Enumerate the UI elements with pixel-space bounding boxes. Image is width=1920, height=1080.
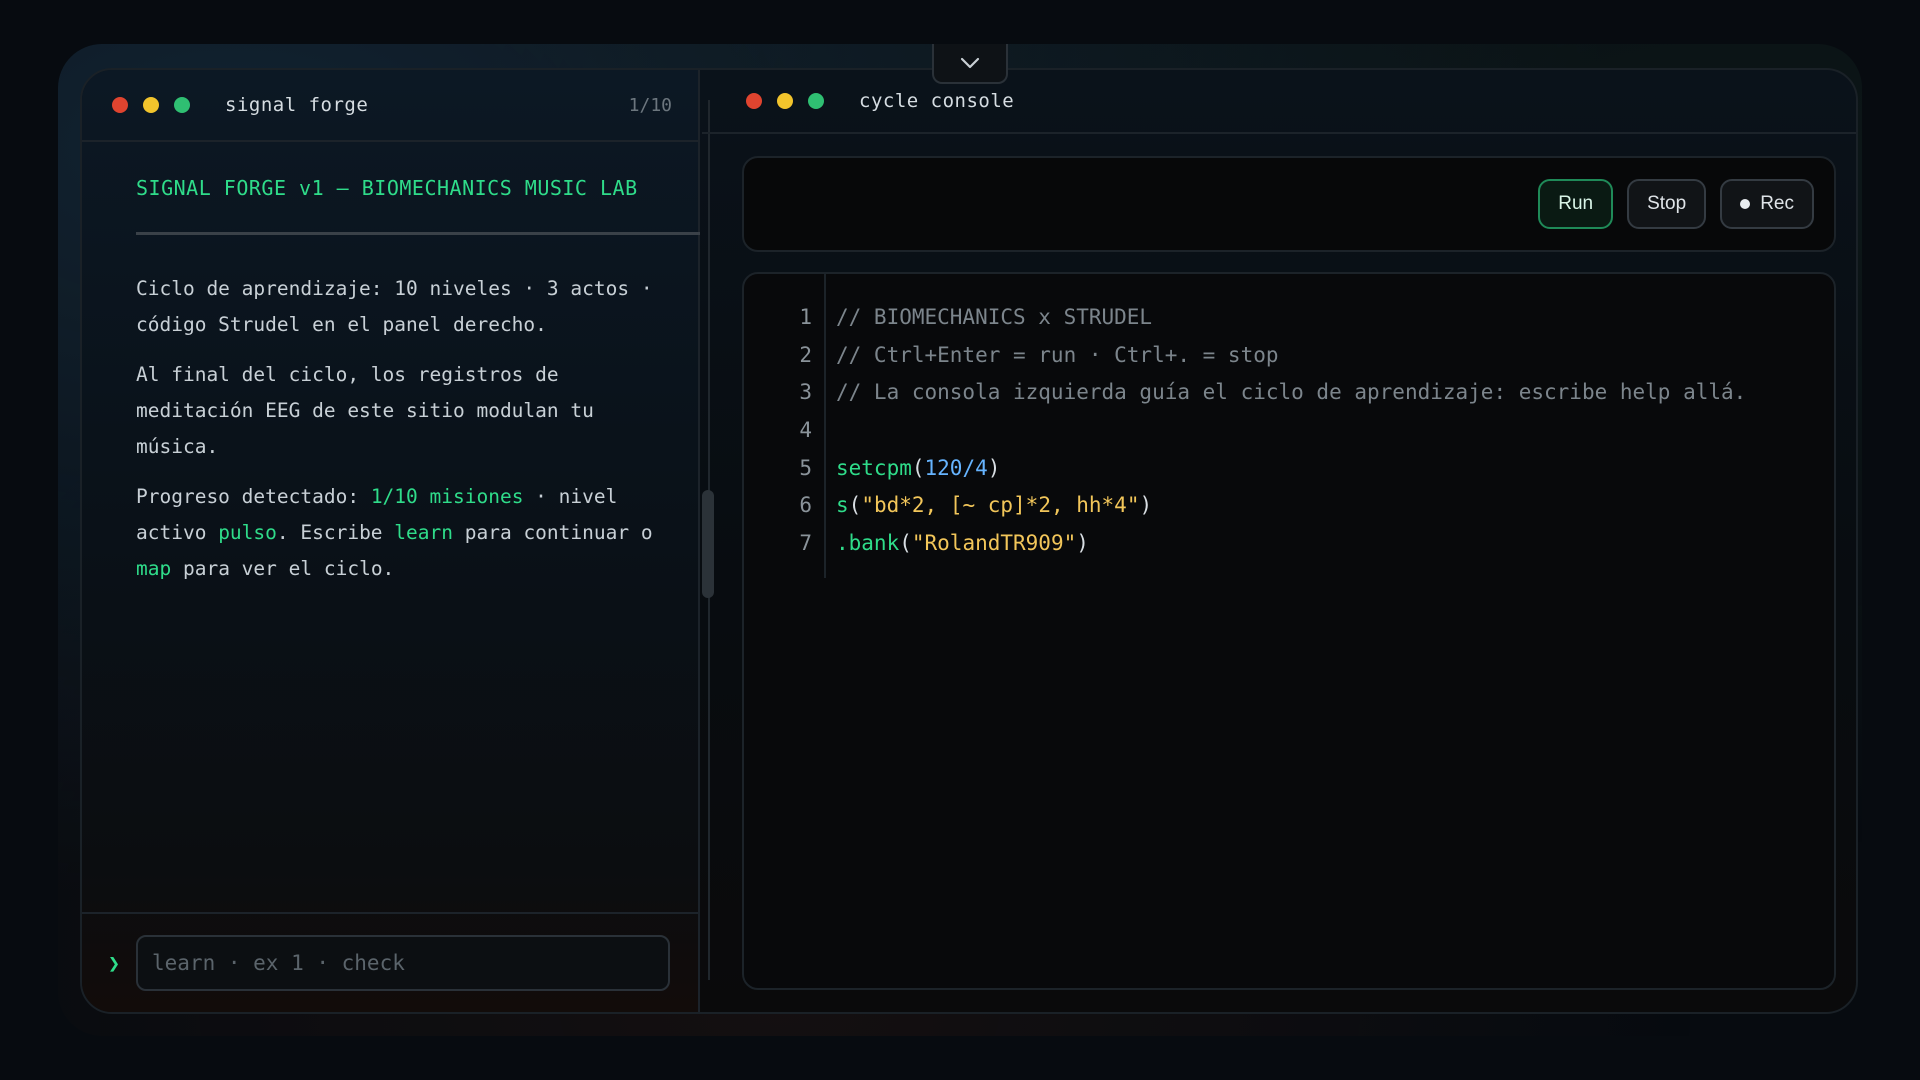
number-token: 120/4 bbox=[924, 455, 988, 480]
line-number: 2 bbox=[799, 342, 812, 367]
prompt-chevron-icon: ❯ bbox=[108, 951, 121, 975]
comment: // BIOMECHANICS x STRUDEL bbox=[836, 304, 1153, 329]
transport-toolbar: Run Stop Rec bbox=[742, 156, 1836, 252]
right-window-title: cycle console bbox=[859, 90, 1015, 112]
paren-token: ( bbox=[899, 530, 912, 555]
stop-button[interactable]: Stop bbox=[1627, 179, 1707, 229]
minimize-dot[interactable] bbox=[777, 93, 793, 109]
console-output: SIGNAL FORGE v1 — BIOMECHANICS MUSIC LAB… bbox=[82, 176, 700, 587]
line-number: 3 bbox=[799, 380, 812, 405]
paren-token: ) bbox=[1139, 493, 1153, 518]
function-token: s bbox=[836, 493, 849, 518]
comment: // Ctrl+Enter = run · Ctrl+. = stop bbox=[836, 342, 1279, 367]
code-line: 5 setcpm(120/4) bbox=[744, 449, 1834, 487]
string-token: "bd*2, [~ cp]*2, hh*4" bbox=[861, 493, 1140, 518]
command-row: ❯ bbox=[82, 912, 698, 1012]
rec-button[interactable]: Rec bbox=[1720, 179, 1814, 229]
run-button[interactable]: Run bbox=[1538, 179, 1614, 229]
rec-label: Rec bbox=[1760, 193, 1794, 214]
line-number: 1 bbox=[799, 304, 812, 329]
cycle-console-panel: cycle console Run Stop Rec 1 // BIOMECHA… bbox=[702, 70, 1856, 1012]
code-line: 1 // BIOMECHANICS x STRUDEL bbox=[744, 298, 1834, 336]
intro-paragraph: Ciclo de aprendizaje: 10 niveles · 3 act… bbox=[136, 277, 653, 336]
maximize-dot[interactable] bbox=[174, 97, 190, 113]
string-token: "RolandTR909" bbox=[911, 530, 1077, 555]
code-line: 6 s("bd*2, [~ cp]*2, hh*4") bbox=[744, 486, 1834, 524]
paren-token: ( bbox=[848, 493, 862, 518]
code-statement: setcpm(120/4) bbox=[836, 456, 1000, 480]
paren-token: ( bbox=[911, 455, 925, 480]
missions-count: 1/10 misiones bbox=[370, 485, 524, 508]
function-token: setcpm bbox=[836, 455, 912, 480]
collapse-toggle[interactable] bbox=[932, 44, 1008, 84]
code-line: 4 bbox=[744, 411, 1834, 449]
learn-command: learn bbox=[394, 521, 453, 544]
minimize-dot[interactable] bbox=[143, 97, 159, 113]
progress-text: Progreso detectado: bbox=[136, 485, 371, 508]
app-frame: signal forge 1/10 SIGNAL FORGE v1 — BIOM… bbox=[80, 68, 1858, 1014]
function-token: .bank bbox=[836, 530, 900, 555]
level-counter: 1/10 bbox=[628, 94, 672, 116]
right-titlebar: cycle console bbox=[702, 70, 1856, 134]
active-level: pulso bbox=[218, 521, 277, 544]
eeg-paragraph: Al final del ciclo, los registros de med… bbox=[136, 363, 594, 458]
progress-text: para ver el ciclo. bbox=[171, 557, 395, 580]
map-command: map bbox=[136, 557, 172, 580]
code-statement: .bank("RolandTR909") bbox=[836, 531, 1089, 555]
code-editor[interactable]: 1 // BIOMECHANICS x STRUDEL 2 // Ctrl+En… bbox=[742, 272, 1836, 990]
left-titlebar: signal forge 1/10 bbox=[82, 70, 698, 142]
paren-token: ) bbox=[1076, 530, 1089, 555]
code-statement: s("bd*2, [~ cp]*2, hh*4") bbox=[836, 493, 1152, 517]
code-line: 3 // La consola izquierda guía el ciclo … bbox=[744, 373, 1834, 411]
signal-forge-panel: signal forge 1/10 SIGNAL FORGE v1 — BIOM… bbox=[82, 70, 700, 1012]
lab-title: SIGNAL FORGE v1 — BIOMECHANICS MUSIC LAB bbox=[136, 176, 700, 235]
line-number: 6 bbox=[799, 493, 812, 518]
record-dot-icon bbox=[1740, 199, 1751, 209]
progress-text: para continuar o bbox=[453, 521, 653, 544]
command-input[interactable] bbox=[136, 935, 670, 991]
code-line: 7 .bank("RolandTR909") bbox=[744, 524, 1834, 562]
line-number: 4 bbox=[799, 417, 812, 442]
close-dot[interactable] bbox=[746, 93, 762, 109]
line-number: 5 bbox=[799, 455, 812, 480]
left-window-title: signal forge bbox=[225, 94, 369, 116]
progress-text: . Escribe bbox=[276, 521, 395, 544]
paren-token: ) bbox=[987, 455, 1001, 480]
close-dot[interactable] bbox=[112, 97, 128, 113]
chevron-down-icon bbox=[960, 57, 980, 69]
line-number: 7 bbox=[799, 530, 812, 555]
code-lines: 1 // BIOMECHANICS x STRUDEL 2 // Ctrl+En… bbox=[744, 298, 1834, 562]
code-line: 2 // Ctrl+Enter = run · Ctrl+. = stop bbox=[744, 336, 1834, 374]
progress-paragraph: Progreso detectado: 1/10 misiones · nive… bbox=[136, 479, 676, 587]
comment: // La consola izquierda guía el ciclo de… bbox=[836, 380, 1747, 405]
maximize-dot[interactable] bbox=[808, 93, 824, 109]
